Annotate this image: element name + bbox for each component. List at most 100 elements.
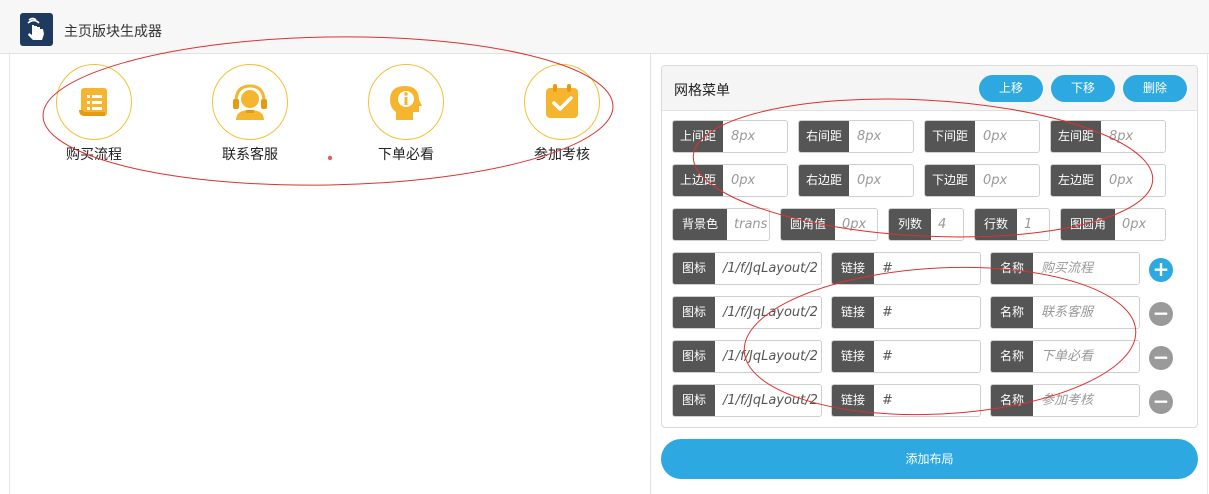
field-value[interactable]: 参加考核 bbox=[1035, 385, 1139, 416]
item-icon-field[interactable]: 图标 /1/f/JqLayout/2 bbox=[672, 340, 822, 373]
move-down-button[interactable]: 下移 bbox=[1051, 75, 1115, 102]
panel-header: 网格菜单 上移 下移 删除 bbox=[662, 66, 1197, 111]
preview-item-exam[interactable]: 参加考核 bbox=[502, 64, 622, 164]
padding-left-field[interactable]: 左边距 0px bbox=[1050, 164, 1166, 197]
margin-right-field[interactable]: 右间距 8px bbox=[798, 120, 914, 153]
preview-item-purchase[interactable]: 购买流程 bbox=[34, 64, 154, 164]
field-value[interactable]: 0px bbox=[725, 165, 787, 196]
field-value[interactable]: 8px bbox=[1103, 121, 1165, 152]
item-name-field[interactable]: 名称 联系客服 bbox=[990, 296, 1140, 329]
margin-top-field[interactable]: 上间距 8px bbox=[672, 120, 788, 153]
field-value[interactable]: trans bbox=[728, 209, 769, 240]
columns-field[interactable]: 列数 4 bbox=[888, 208, 964, 241]
delete-button[interactable]: 删除 bbox=[1123, 75, 1187, 102]
field-label: 右边距 bbox=[799, 165, 849, 196]
margin-left-field[interactable]: 左间距 8px bbox=[1050, 120, 1166, 153]
field-value[interactable]: 8px bbox=[725, 121, 787, 152]
field-label: 上边距 bbox=[673, 165, 723, 196]
field-value[interactable]: # bbox=[876, 385, 980, 416]
item-link-field[interactable]: 链接 # bbox=[831, 384, 981, 417]
field-label: 下间距 bbox=[925, 121, 975, 152]
field-label: 上间距 bbox=[673, 121, 723, 152]
background-color-field[interactable]: 背景色 trans bbox=[672, 208, 770, 241]
item-icon-field[interactable]: 图标 /1/f/JqLayout/2 bbox=[672, 296, 822, 329]
remove-item-button[interactable]: − bbox=[1149, 390, 1173, 414]
item-icon-field[interactable]: 图标 /1/f/JqLayout/2 bbox=[672, 384, 822, 417]
preview-label: 联系客服 bbox=[222, 147, 278, 163]
item-link-field[interactable]: 链接 # bbox=[831, 296, 981, 329]
annotation-dot bbox=[327, 155, 333, 161]
field-value[interactable]: 1 bbox=[1018, 209, 1049, 240]
item-name-field[interactable]: 名称 参加考核 bbox=[990, 384, 1140, 417]
scroll-icon bbox=[56, 64, 132, 140]
field-value[interactable]: # bbox=[876, 297, 980, 328]
info-head-icon bbox=[368, 64, 444, 140]
left-edge bbox=[9, 54, 10, 494]
item-link-field[interactable]: 链接 # bbox=[831, 252, 981, 285]
remove-item-button[interactable]: − bbox=[1149, 302, 1173, 326]
padding-top-field[interactable]: 上边距 0px bbox=[672, 164, 788, 197]
panel-title: 网格菜单 bbox=[674, 83, 730, 99]
field-value[interactable]: 8px bbox=[851, 121, 913, 152]
customer-service-icon bbox=[212, 64, 288, 140]
field-label: 链接 bbox=[832, 297, 874, 328]
rows-field[interactable]: 行数 1 bbox=[974, 208, 1050, 241]
top-bar: 主页版块生成器 bbox=[0, 0, 1209, 54]
checklist-icon bbox=[524, 64, 600, 140]
field-value[interactable]: 0px bbox=[851, 165, 913, 196]
add-item-button[interactable]: + bbox=[1149, 258, 1173, 282]
field-label: 列数 bbox=[889, 209, 931, 240]
panel-divider bbox=[650, 54, 651, 494]
field-value[interactable]: 0px bbox=[977, 165, 1039, 196]
item-icon-field[interactable]: 图标 /1/f/JqLayout/2 bbox=[672, 252, 822, 285]
field-label: 下边距 bbox=[925, 165, 975, 196]
preview-label: 参加考核 bbox=[534, 147, 590, 163]
field-value[interactable]: /1/f/JqLayout/2 bbox=[717, 253, 821, 284]
grid-menu-panel: 网格菜单 上移 下移 删除 上间距 8px 右间距 8px 下间距 0px 左间… bbox=[661, 65, 1198, 428]
add-layout-button[interactable]: 添加布局 bbox=[661, 439, 1198, 479]
field-label: 名称 bbox=[991, 297, 1033, 328]
padding-bottom-field[interactable]: 下边距 0px bbox=[924, 164, 1040, 197]
item-name-field[interactable]: 名称 下单必看 bbox=[990, 340, 1140, 373]
field-value[interactable]: 0px bbox=[1103, 165, 1165, 196]
field-value[interactable]: 下单必看 bbox=[1035, 341, 1139, 372]
field-label: 名称 bbox=[991, 341, 1033, 372]
field-value[interactable]: 0px bbox=[1116, 209, 1165, 240]
field-value[interactable]: 0px bbox=[977, 121, 1039, 152]
app-logo-icon bbox=[20, 13, 53, 46]
move-up-button[interactable]: 上移 bbox=[979, 75, 1043, 102]
margin-bottom-field[interactable]: 下间距 0px bbox=[924, 120, 1040, 153]
remove-item-button[interactable]: − bbox=[1149, 346, 1173, 370]
field-label: 名称 bbox=[991, 253, 1033, 284]
field-label: 左边距 bbox=[1051, 165, 1101, 196]
padding-right-field[interactable]: 右边距 0px bbox=[798, 164, 914, 197]
field-label: 圆角值 bbox=[781, 209, 835, 240]
field-value[interactable]: /1/f/JqLayout/2 bbox=[717, 385, 821, 416]
item-link-field[interactable]: 链接 # bbox=[831, 340, 981, 373]
field-label: 背景色 bbox=[673, 209, 727, 240]
field-label: 右间距 bbox=[799, 121, 849, 152]
field-label: 图标 bbox=[673, 297, 715, 328]
field-value[interactable]: 4 bbox=[932, 209, 963, 240]
field-value[interactable]: 联系客服 bbox=[1035, 297, 1139, 328]
field-value[interactable]: /1/f/JqLayout/2 bbox=[717, 341, 821, 372]
field-label: 行数 bbox=[975, 209, 1017, 240]
field-value[interactable]: 购买流程 bbox=[1035, 253, 1139, 284]
border-radius-field[interactable]: 圆角值 0px bbox=[780, 208, 878, 241]
field-value[interactable]: /1/f/JqLayout/2 bbox=[717, 297, 821, 328]
field-value[interactable]: # bbox=[876, 341, 980, 372]
preview-label: 购买流程 bbox=[66, 147, 122, 163]
item-name-field[interactable]: 名称 购买流程 bbox=[990, 252, 1140, 285]
preview-label: 下单必看 bbox=[378, 147, 434, 163]
icon-radius-field[interactable]: 图圆角 0px bbox=[1060, 208, 1166, 241]
field-value[interactable]: # bbox=[876, 253, 980, 284]
preview-item-service[interactable]: 联系客服 bbox=[190, 64, 310, 164]
field-label: 图标 bbox=[673, 385, 715, 416]
field-label: 图圆角 bbox=[1061, 209, 1115, 240]
field-label: 图标 bbox=[673, 341, 715, 372]
preview-item-notice[interactable]: 下单必看 bbox=[346, 64, 466, 164]
field-value[interactable]: 0px bbox=[836, 209, 877, 240]
field-label: 左间距 bbox=[1051, 121, 1101, 152]
field-label: 链接 bbox=[832, 385, 874, 416]
field-label: 名称 bbox=[991, 385, 1033, 416]
